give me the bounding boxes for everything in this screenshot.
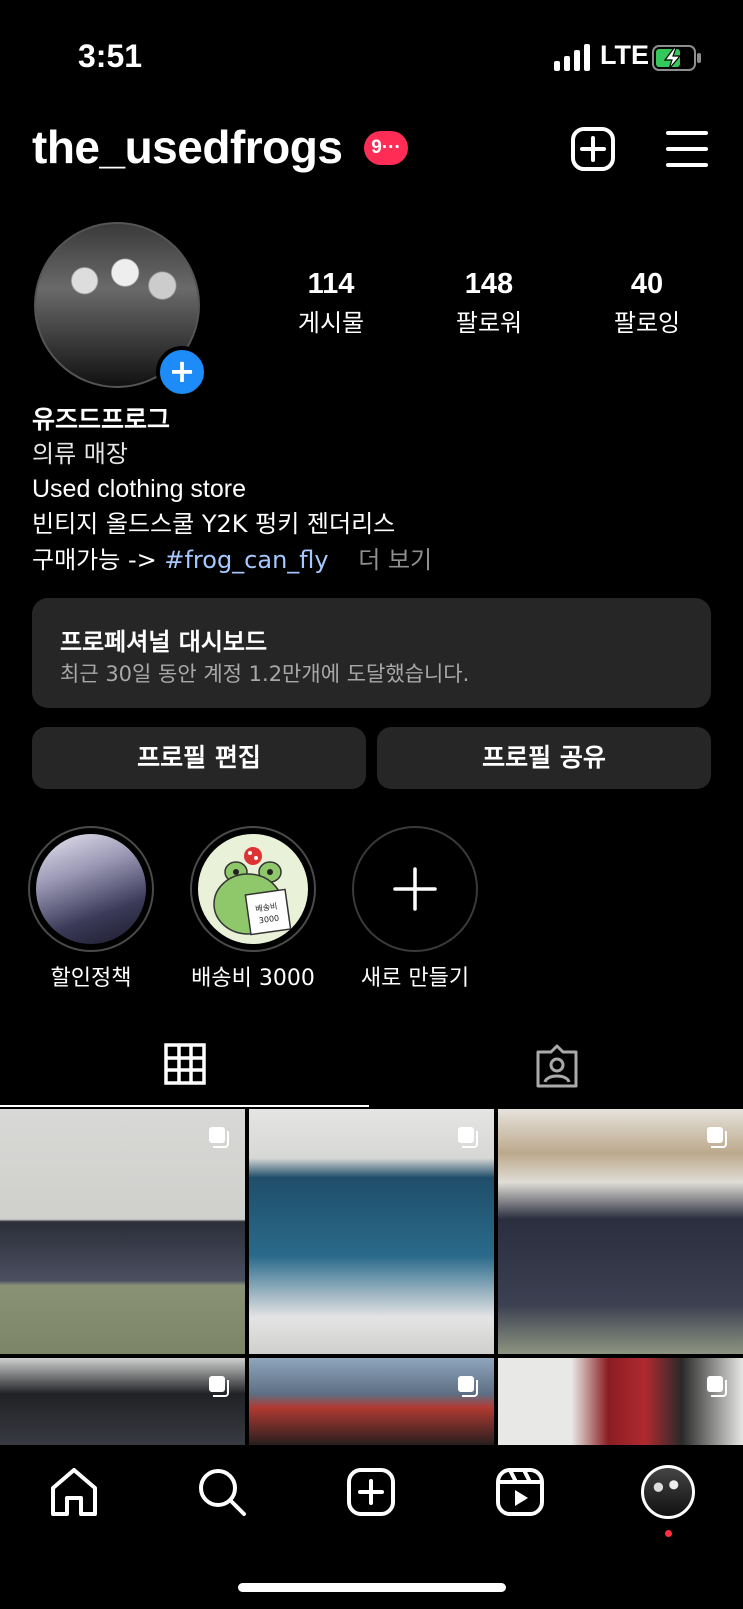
grid-tab-icon[interactable] (164, 1043, 206, 1085)
menu-icon[interactable] (664, 126, 710, 172)
multi-photo-icon (209, 1127, 229, 1148)
stat-posts[interactable]: 114 게시물 (256, 268, 406, 338)
edit-profile-button[interactable]: 프로필 편집 (32, 727, 366, 789)
dashboard-subtitle: 최근 30일 동안 계정 1.2만개에 도달했습니다. (60, 662, 470, 686)
multi-photo-icon (458, 1376, 478, 1397)
highlight-label: 새로 만들기 (360, 966, 470, 991)
plus-icon (393, 867, 437, 911)
profile-category: 의류 매장 (32, 440, 128, 468)
stat-posts-count: 114 (307, 268, 355, 300)
bio-line: Used clothing store (32, 475, 247, 503)
profile-display-name: 유즈드프로그 (32, 405, 171, 434)
dashboard-title: 프로페셔널 대시보드 (60, 628, 268, 656)
highlight-discount-policy[interactable] (28, 826, 154, 952)
create-icon[interactable] (345, 1466, 397, 1518)
bio-line: 빈티지 올드스쿨 Y2K 펑키 젠더리스 (32, 510, 396, 538)
notification-dot (665, 1530, 672, 1537)
profile-tab-avatar[interactable] (641, 1465, 695, 1519)
network-type: LTE (600, 40, 649, 70)
stat-followers-label: 팔로워 (455, 309, 523, 337)
add-story-icon[interactable]: + (156, 346, 208, 398)
frog-sign-icon: 배송비 3000 (198, 834, 308, 944)
post-thumbnail[interactable] (498, 1109, 743, 1354)
home-icon[interactable] (48, 1466, 100, 1518)
stat-followers[interactable]: 148 팔로워 (414, 268, 564, 338)
highlight-shipping-fee[interactable]: 배송비 3000 (190, 826, 316, 952)
status-time: 3:51 (78, 38, 143, 74)
profile-username[interactable]: the_usedfrogs (32, 120, 343, 174)
post-thumbnail[interactable] (0, 1358, 245, 1448)
stat-following-count: 40 (630, 268, 664, 300)
reels-icon[interactable] (494, 1466, 546, 1518)
stat-following-label: 팔로잉 (613, 309, 681, 337)
multi-photo-icon (458, 1127, 478, 1148)
share-profile-button[interactable]: 프로필 공유 (377, 727, 711, 789)
post-thumbnail[interactable] (498, 1358, 743, 1448)
post-thumbnail[interactable] (0, 1109, 245, 1354)
stat-followers-count: 148 (464, 268, 514, 300)
stat-following[interactable]: 40 팔로잉 (572, 268, 722, 338)
battery-charging-icon (652, 45, 701, 71)
multi-photo-icon (707, 1127, 727, 1148)
signal-strength-icon (554, 44, 590, 71)
bio-hashtag-link[interactable]: #frog_can_fly (164, 546, 328, 574)
active-tab-indicator (0, 1105, 369, 1107)
multi-photo-icon (209, 1376, 229, 1397)
create-post-icon[interactable] (570, 126, 616, 172)
highlight-label: 할인정책 (50, 966, 132, 991)
professional-dashboard-card[interactable]: 프로페셔널 대시보드 최근 30일 동안 계정 1.2만개에 도달했습니다. (32, 598, 711, 708)
new-highlight-button[interactable] (352, 826, 478, 952)
post-thumbnail[interactable] (249, 1358, 494, 1448)
bio-more-link[interactable]: 더 보기 (358, 546, 432, 574)
multi-photo-icon (707, 1376, 727, 1397)
bio-prefix: 구매가능 -> (32, 546, 157, 574)
highlight-thumbnail (36, 834, 146, 944)
notification-badge[interactable]: 9··· (364, 131, 408, 165)
bio-line: 구매가능 -> #frog_can_fly 더 보기 (32, 543, 432, 578)
search-icon[interactable] (196, 1466, 248, 1518)
post-thumbnail[interactable] (249, 1109, 494, 1354)
highlight-label: 배송비 3000 (191, 966, 315, 991)
tagged-tab-icon[interactable] (534, 1044, 580, 1088)
stat-posts-label: 게시물 (297, 309, 365, 337)
home-indicator (238, 1583, 506, 1592)
